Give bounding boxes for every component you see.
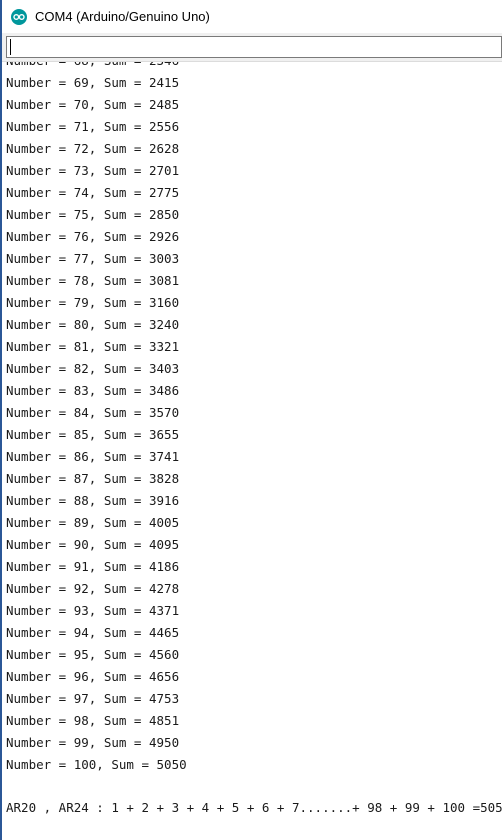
serial-output-line: Number = 95, Sum = 4560 — [6, 647, 180, 662]
serial-output-line: Number = 72, Sum = 2628 — [6, 141, 180, 156]
serial-output-line: Number = 78, Sum = 3081 — [6, 273, 180, 288]
send-bar — [2, 33, 502, 62]
serial-output-line: Number = 85, Sum = 3655 — [6, 427, 180, 442]
serial-output-line: Number = 100, Sum = 5050 — [6, 757, 187, 772]
serial-output-line: Number = 97, Sum = 4753 — [6, 691, 180, 706]
serial-output-line: Number = 79, Sum = 3160 — [6, 295, 180, 310]
serial-output-line: Number = 98, Sum = 4851 — [6, 713, 180, 728]
serial-output-line: Number = 83, Sum = 3486 — [6, 383, 180, 398]
serial-output-lines: Number = 68, Sum = 2346 Number = 69, Sum … — [6, 62, 187, 776]
serial-output-line: Number = 76, Sum = 2926 — [6, 229, 180, 244]
serial-output-line: Number = 75, Sum = 2850 — [6, 207, 180, 222]
serial-output-line: Number = 81, Sum = 3321 — [6, 339, 180, 354]
serial-output-line: Number = 89, Sum = 4005 — [6, 515, 180, 530]
window-title: COM4 (Arduino/Genuino Uno) — [35, 9, 210, 24]
serial-output-line: Number = 94, Sum = 4465 — [6, 625, 180, 640]
serial-output-line: Number = 74, Sum = 2775 — [6, 185, 180, 200]
arduino-icon — [11, 8, 27, 25]
serial-monitor-window: COM4 (Arduino/Genuino Uno) Number = 68, … — [0, 0, 502, 840]
serial-output-line: Number = 82, Sum = 3403 — [6, 361, 180, 376]
serial-output-line: Number = 90, Sum = 4095 — [6, 537, 180, 552]
text-cursor — [10, 39, 11, 55]
serial-output-line: Number = 69, Sum = 2415 — [6, 75, 180, 90]
serial-output-line: Number = 86, Sum = 3741 — [6, 449, 180, 464]
serial-output-line: Number = 84, Sum = 3570 — [6, 405, 180, 420]
serial-output-line: Number = 80, Sum = 3240 — [6, 317, 180, 332]
serial-output-line: Number = 70, Sum = 2485 — [6, 97, 180, 112]
serial-output-line: Number = 73, Sum = 2701 — [6, 163, 180, 178]
serial-send-input[interactable] — [6, 36, 502, 58]
serial-output-line: Number = 71, Sum = 2556 — [6, 119, 180, 134]
serial-output-line: Number = 77, Sum = 3003 — [6, 251, 180, 266]
serial-output-line: Number = 93, Sum = 4371 — [6, 603, 180, 618]
serial-output-line: Number = 91, Sum = 4186 — [6, 559, 180, 574]
serial-output-line: Number = 92, Sum = 4278 — [6, 581, 180, 596]
serial-output-line: Number = 88, Sum = 3916 — [6, 493, 180, 508]
serial-output-line: Number = 68, Sum = 2346 — [6, 62, 187, 72]
serial-output-area[interactable]: Number = 68, Sum = 2346 Number = 69, Sum … — [2, 62, 502, 840]
serial-output-line: Number = 96, Sum = 4656 — [6, 669, 180, 684]
serial-output-line: Number = 87, Sum = 3828 — [6, 471, 180, 486]
serial-output-line: Number = 99, Sum = 4950 — [6, 735, 180, 750]
serial-output-summary-line: AR20 , AR24 : 1 + 2 + 3 + 4 + 5 + 6 + 7.… — [6, 800, 502, 815]
title-bar[interactable]: COM4 (Arduino/Genuino Uno) — [2, 0, 502, 33]
